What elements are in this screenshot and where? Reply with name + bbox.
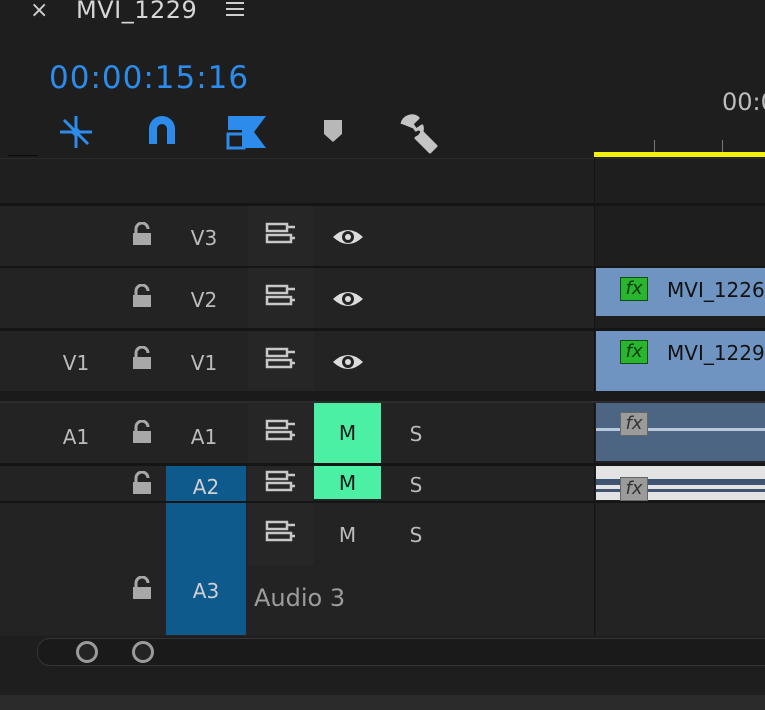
lock-icon[interactable] (130, 345, 154, 370)
track-name-a1[interactable]: A1 (179, 425, 229, 449)
linked-selection-icon[interactable] (226, 112, 266, 152)
nest-snap-icon[interactable] (56, 112, 96, 152)
sync-lock-icon[interactable] (265, 469, 297, 497)
solo-track-button[interactable]: S (401, 473, 431, 497)
fx-badge[interactable]: fx (620, 477, 648, 501)
source-patch-a1[interactable]: A1 (51, 425, 101, 449)
sync-lock-icon[interactable] (265, 418, 297, 446)
track-name-a2[interactable]: A2 (166, 466, 246, 501)
close-tab-button[interactable]: × (30, 0, 48, 23)
lock-icon[interactable] (130, 283, 154, 308)
snap-magnet-icon[interactable] (142, 112, 182, 152)
source-patch-v1[interactable]: V1 (51, 351, 101, 375)
ruler-time-label: 00:0 (722, 88, 765, 116)
sequence-tab-title[interactable]: MVI_1229 (76, 0, 197, 24)
empty-track-area[interactable] (596, 503, 765, 636)
fx-badge[interactable]: fx (620, 412, 648, 436)
mute-track-button[interactable]: M (314, 523, 381, 547)
mute-track-button[interactable]: M (314, 403, 381, 463)
divider (8, 155, 38, 156)
sync-lock-icon[interactable] (265, 221, 297, 249)
track-name-v1[interactable]: V1 (179, 351, 229, 375)
sync-lock-icon[interactable] (265, 519, 297, 547)
ruler-tick (654, 140, 655, 152)
toggle-track-output-eye-icon[interactable] (331, 225, 365, 249)
scroll-handle-left[interactable] (76, 641, 98, 663)
track-label-audio-3[interactable]: Audio 3 (254, 584, 345, 612)
hamburger-menu-icon[interactable] (226, 2, 244, 18)
timeline-settings-wrench-icon[interactable] (396, 112, 438, 154)
fx-badge[interactable]: fx (620, 277, 648, 301)
bottom-strip (0, 695, 765, 710)
lock-icon[interactable] (130, 470, 154, 495)
lock-icon[interactable] (130, 221, 154, 246)
playhead-timecode[interactable]: 00:00:15:16 (49, 60, 249, 96)
clip-name: MVI_1229 (667, 341, 765, 365)
add-marker-icon[interactable] (316, 112, 356, 152)
lock-icon[interactable] (130, 419, 154, 444)
toggle-track-output-eye-icon[interactable] (331, 287, 365, 311)
sync-lock-icon[interactable] (265, 283, 297, 311)
scroll-handle-right[interactable] (132, 641, 154, 663)
solo-track-button[interactable]: S (401, 523, 431, 547)
sync-lock-icon[interactable] (265, 346, 297, 374)
work-area-bar[interactable] (594, 152, 765, 157)
clip-name: MVI_1226 (667, 278, 765, 302)
ruler-tick (722, 140, 723, 152)
mute-track-button[interactable]: M (314, 466, 381, 499)
track-name-v2[interactable]: V2 (179, 288, 229, 312)
toggle-track-output-eye-icon[interactable] (331, 350, 365, 374)
fx-badge[interactable]: fx (620, 340, 648, 364)
track-name-a3[interactable]: A3 (166, 503, 246, 635)
solo-track-button[interactable]: S (401, 422, 431, 446)
video-audio-divider (0, 391, 765, 401)
lock-icon[interactable] (130, 575, 154, 600)
track-header-spacer (0, 159, 594, 203)
track-name-v3[interactable]: V3 (179, 226, 229, 250)
